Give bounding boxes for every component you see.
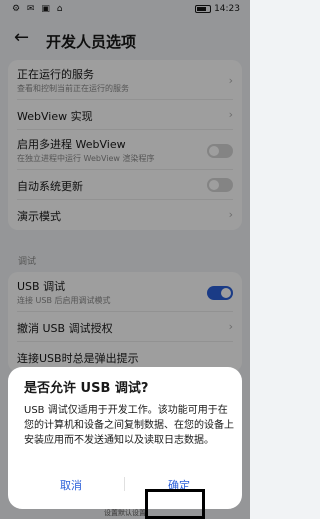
dialog-title: 是否允许 USB 调试?	[24, 381, 149, 396]
confirm-button-highlight	[145, 489, 205, 519]
button-divider	[124, 477, 125, 491]
usb-debug-dialog: 是否允许 USB 调试? USB 调试仅适用于开发工作。该功能可用于在您的计算机…	[8, 367, 242, 509]
dialog-message: USB 调试仅适用于开发工作。该功能可用于在您的计算机和设备之间复制数据、在您的…	[24, 405, 234, 446]
cancel-button[interactable]: 取消	[60, 477, 82, 493]
